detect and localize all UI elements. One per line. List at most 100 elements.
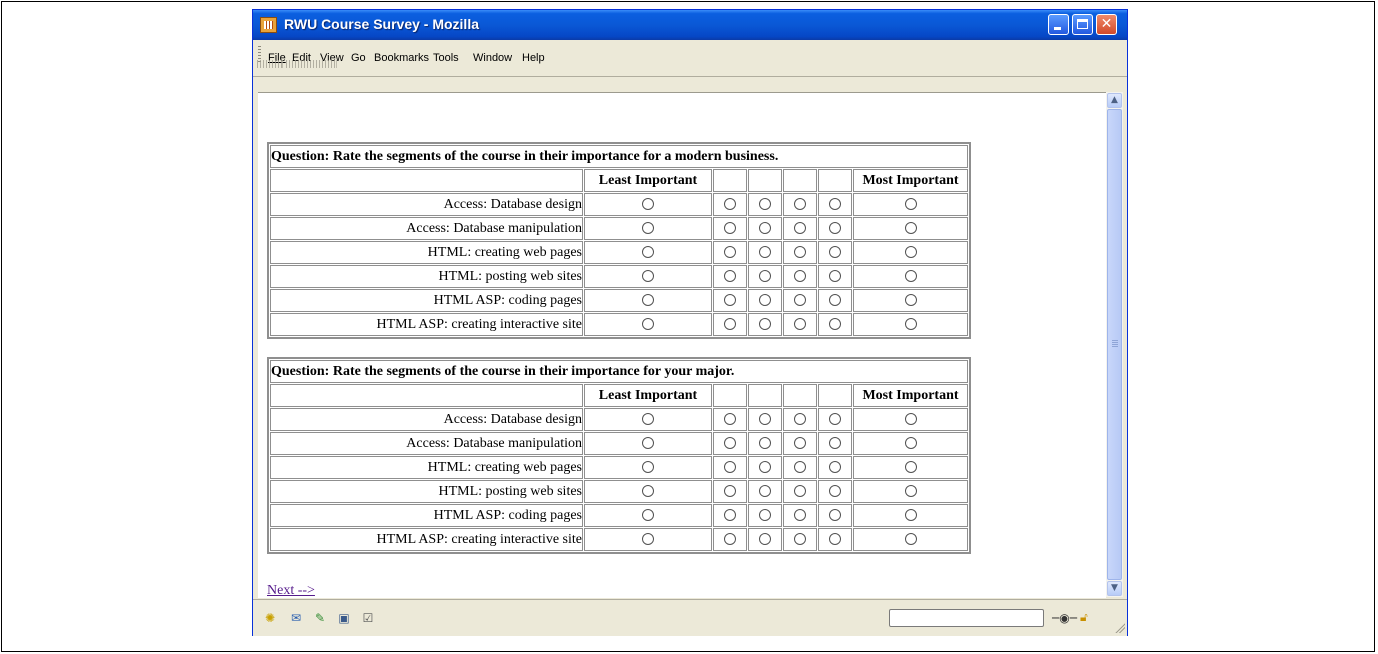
radio-2[interactable] bbox=[724, 270, 736, 283]
radio-3[interactable] bbox=[759, 509, 771, 522]
radio-5[interactable] bbox=[829, 533, 841, 546]
row-label: HTML ASP: coding pages bbox=[270, 289, 583, 312]
radio-3[interactable] bbox=[759, 318, 771, 331]
radio-4[interactable] bbox=[794, 413, 806, 426]
radio-1[interactable] bbox=[642, 294, 654, 307]
radio-6[interactable] bbox=[904, 485, 917, 498]
next-link[interactable]: Next --> bbox=[267, 583, 315, 598]
title-bar[interactable]: RWU Course Survey - Mozilla ✕ bbox=[253, 10, 1127, 40]
scroll-down-arrow-icon[interactable]: ▼ bbox=[1107, 581, 1122, 596]
radio-5[interactable] bbox=[829, 246, 841, 259]
radio-6[interactable] bbox=[904, 437, 917, 450]
menu-window[interactable]: Window bbox=[473, 52, 512, 64]
radio-3[interactable] bbox=[759, 485, 771, 498]
radio-2[interactable] bbox=[724, 485, 736, 498]
radio-2[interactable] bbox=[724, 198, 736, 211]
radio-2[interactable] bbox=[724, 461, 736, 474]
radio-1[interactable] bbox=[642, 485, 654, 498]
radio-5[interactable] bbox=[829, 318, 841, 331]
radio-5[interactable] bbox=[829, 485, 841, 498]
navigator-icon[interactable]: ✺ bbox=[262, 610, 278, 626]
radio-1[interactable] bbox=[642, 437, 654, 450]
radio-4[interactable] bbox=[794, 485, 806, 498]
radio-2[interactable] bbox=[724, 222, 736, 235]
radio-6[interactable] bbox=[904, 533, 917, 546]
menu-bookmarks[interactable]: Bookmarks bbox=[374, 52, 429, 64]
radio-2[interactable] bbox=[724, 246, 736, 259]
unlocked-padlock-icon[interactable]: 🔓︎ bbox=[1080, 610, 1088, 625]
radio-2[interactable] bbox=[724, 509, 736, 522]
radio-5[interactable] bbox=[829, 270, 841, 283]
radio-2[interactable] bbox=[724, 413, 736, 426]
radio-3[interactable] bbox=[759, 246, 771, 259]
radio-3[interactable] bbox=[759, 461, 771, 474]
radio-5[interactable] bbox=[829, 294, 841, 307]
radio-6[interactable] bbox=[904, 198, 917, 211]
collapsed-toolbar-grips[interactable] bbox=[257, 60, 337, 68]
menu-go[interactable]: Go bbox=[351, 52, 366, 64]
address-book-icon[interactable]: ▣ bbox=[336, 610, 352, 626]
radio-1[interactable] bbox=[642, 413, 654, 426]
radio-1[interactable] bbox=[642, 270, 654, 283]
radio-4[interactable] bbox=[794, 294, 806, 307]
scroll-up-arrow-icon[interactable]: ▲ bbox=[1107, 93, 1122, 108]
radio-4[interactable] bbox=[794, 533, 806, 546]
radio-6[interactable] bbox=[904, 318, 917, 331]
radio-3[interactable] bbox=[759, 533, 771, 546]
toolbar-grip-1[interactable] bbox=[257, 60, 283, 68]
mozilla-app-icon[interactable] bbox=[260, 17, 277, 33]
radio-3[interactable] bbox=[759, 198, 771, 211]
radio-1[interactable] bbox=[642, 533, 654, 546]
composer-icon[interactable]: ✎ bbox=[312, 610, 328, 626]
toolbar-grip-2[interactable] bbox=[286, 60, 337, 68]
radio-6[interactable] bbox=[904, 222, 917, 235]
radio-3[interactable] bbox=[759, 270, 771, 283]
radio-5[interactable] bbox=[829, 461, 841, 474]
radio-2[interactable] bbox=[724, 294, 736, 307]
close-button[interactable]: ✕ bbox=[1096, 14, 1117, 35]
online-plug-icon[interactable]: ─◉─ bbox=[1052, 611, 1077, 625]
radio-1[interactable] bbox=[642, 318, 654, 331]
radio-4[interactable] bbox=[794, 198, 806, 211]
radio-1[interactable] bbox=[642, 509, 654, 522]
radio-6[interactable] bbox=[904, 246, 917, 259]
radio-2[interactable] bbox=[724, 437, 736, 450]
radio-6[interactable] bbox=[904, 294, 917, 307]
radio-4[interactable] bbox=[794, 509, 806, 522]
mail-icon[interactable]: ✉ bbox=[288, 610, 304, 626]
resize-grip[interactable] bbox=[1114, 622, 1125, 633]
radio-1[interactable] bbox=[642, 222, 654, 235]
radio-4[interactable] bbox=[794, 437, 806, 450]
minimize-button[interactable] bbox=[1048, 14, 1069, 35]
row-label: HTML ASP: creating interactive site bbox=[270, 528, 583, 551]
radio-5[interactable] bbox=[829, 437, 841, 450]
radio-1[interactable] bbox=[642, 198, 654, 211]
radio-5[interactable] bbox=[829, 222, 841, 235]
radio-2[interactable] bbox=[724, 533, 736, 546]
radio-2[interactable] bbox=[724, 318, 736, 331]
scroll-thumb[interactable] bbox=[1107, 109, 1122, 580]
radio-6[interactable] bbox=[904, 413, 917, 426]
radio-3[interactable] bbox=[759, 437, 771, 450]
radio-1[interactable] bbox=[642, 461, 654, 474]
radio-3[interactable] bbox=[759, 294, 771, 307]
radio-6[interactable] bbox=[904, 461, 917, 474]
vertical-scrollbar[interactable]: ▲ ▼ bbox=[1106, 92, 1123, 597]
radio-5[interactable] bbox=[829, 198, 841, 211]
radio-4[interactable] bbox=[794, 461, 806, 474]
radio-5[interactable] bbox=[829, 413, 841, 426]
radio-4[interactable] bbox=[794, 270, 806, 283]
menu-help[interactable]: Help bbox=[522, 52, 545, 64]
maximize-button[interactable] bbox=[1072, 14, 1093, 35]
radio-4[interactable] bbox=[794, 246, 806, 259]
chatzilla-icon[interactable]: ☑ bbox=[360, 610, 376, 626]
radio-3[interactable] bbox=[759, 222, 771, 235]
radio-1[interactable] bbox=[642, 246, 654, 259]
radio-6[interactable] bbox=[904, 270, 917, 283]
radio-4[interactable] bbox=[794, 318, 806, 331]
radio-3[interactable] bbox=[759, 413, 771, 426]
radio-4[interactable] bbox=[794, 222, 806, 235]
radio-5[interactable] bbox=[829, 509, 841, 522]
radio-6[interactable] bbox=[904, 509, 917, 522]
menu-tools[interactable]: Tools bbox=[433, 52, 459, 64]
